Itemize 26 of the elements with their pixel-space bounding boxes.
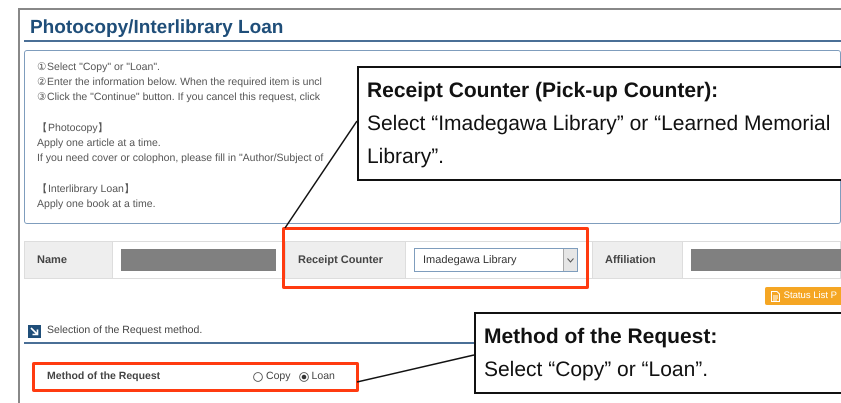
instruction-text: ①Select "Copy" or "Loan". — [37, 60, 160, 75]
instruction-text: Apply one book at a time. — [37, 196, 156, 212]
instruction-text: Apply one article at a time. — [37, 136, 161, 151]
instruction-text: If you need cover or colophon, please fill in "Author/Subject of — [37, 151, 324, 166]
section-heading: Selection of the Request method. — [47, 323, 202, 338]
radio-option[interactable]: Copy — [253, 369, 291, 385]
arrow-icon — [28, 324, 41, 338]
document-icon — [770, 290, 780, 302]
callout-title: Receipt Counter (Pick-up Counter): — [367, 78, 720, 104]
radio-button[interactable] — [253, 372, 263, 382]
field-label: Receipt Counter — [286, 242, 406, 278]
callout-text: Select “Imadegawa Library” or “Learned Memorial Library”. — [367, 112, 830, 168]
field-label: Method of the Request — [47, 369, 162, 384]
field-label: Affiliation — [593, 242, 683, 278]
instruction-text: 【Interlibrary Loan】 — [37, 182, 135, 197]
select-field[interactable]: Imadegawa Library — [414, 248, 578, 272]
page-title: Photocopy/Interlibrary Loan — [30, 16, 284, 40]
instruction-text: 【Photocopy】 — [37, 120, 109, 136]
instruction-text: ③Click the "Continue" button. If you cancel this request, click — [37, 90, 320, 106]
radio-button[interactable] — [298, 372, 309, 382]
caret-icon — [567, 258, 574, 262]
instruction-text: ②Enter the information below. When the required item is uncl — [37, 75, 322, 90]
callout-title: Method of the Request: — [484, 324, 718, 350]
radio-option[interactable]: Loan — [298, 369, 335, 385]
callout-text: Select “Copy” or “Loan”. — [484, 358, 708, 381]
field-label: Name — [25, 242, 113, 278]
